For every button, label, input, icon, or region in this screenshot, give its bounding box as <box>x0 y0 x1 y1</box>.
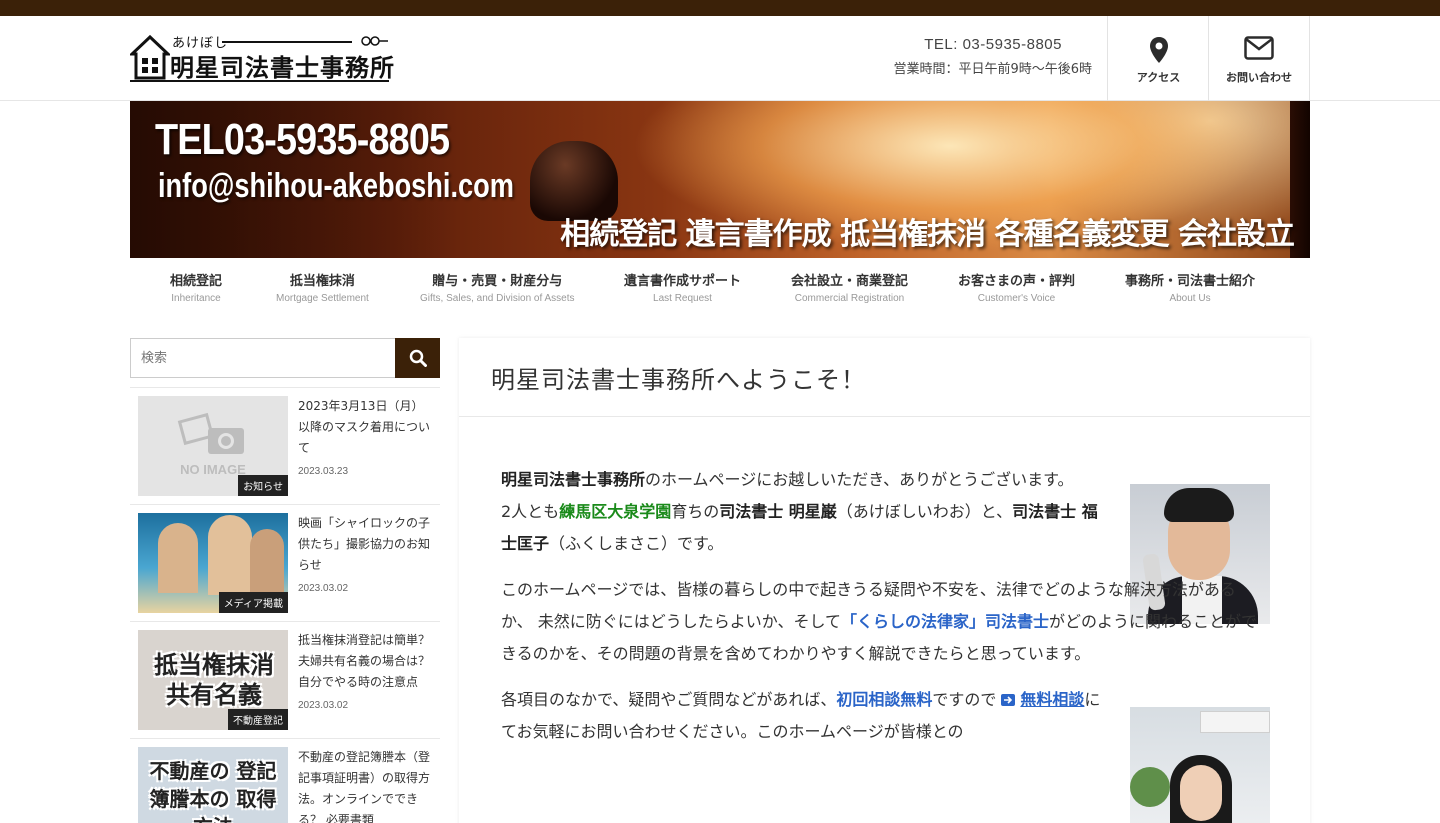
key-ornament-icon <box>361 36 388 46</box>
logo-underline <box>130 80 389 82</box>
thumb-caption: 不動産の 登記簿謄本の 取得方法 <box>149 759 277 823</box>
search-input[interactable] <box>131 339 395 377</box>
intro-paragraph-1: 明星司法書士事務所のホームページにお越しいただき、ありがとうございます。 2人とも… <box>501 464 1111 560</box>
intro-paragraph-2: このホームページでは、皆様の暮らしの中で起きうる疑問や不安を、法律でどのような解… <box>501 574 1261 670</box>
nav-item-gifts[interactable]: 贈与・売買・財産分与 Gifts, Sales, and Division of… <box>420 270 575 304</box>
logo-rule <box>222 41 352 43</box>
banner-services: 相続登記 遺言書作成 抵当権抹消 各種名義変更 会社設立 <box>560 217 1295 252</box>
site-header: あけぼし 明星司法書士事務所 TEL: 03-5935-8805 営業時間：平日… <box>0 16 1440 101</box>
movie-poster-image <box>250 529 284 595</box>
free-consult-link[interactable]: 無料相談 <box>1020 690 1084 709</box>
access-label: アクセス <box>1136 71 1181 84</box>
post-title: 映画「シャイロックの子供たち」撮影協力のお知らせ 2023.03.02 <box>298 513 434 599</box>
nav-sublabel: Inheritance <box>171 293 221 304</box>
nav-label: 贈与・売買・財産分与 <box>432 274 563 289</box>
text-span: （ふくしまさこ）です。 <box>549 534 724 553</box>
text-span: のホームページにお越しいただき、ありがとうございます。 <box>645 470 1074 489</box>
nav-item-will[interactable]: 遺言書作成サポート Last Request <box>624 270 741 304</box>
text-span: 各項目のなかで、疑問やご質問などがあれば、 <box>501 690 837 709</box>
house-logo-icon <box>130 34 170 80</box>
access-button[interactable]: アクセス <box>1107 16 1209 101</box>
hero-banner: TEL03-5935-8805 info@shihou-akeboshi.com… <box>130 101 1310 258</box>
place-highlight: 練馬区大泉学園 <box>559 502 672 521</box>
post-title-text: 映画「シャイロックの子供たち」撮影協力のお知らせ <box>298 516 431 572</box>
photo-plant <box>1130 767 1170 807</box>
search-icon <box>409 349 427 367</box>
nav-label: 抵当権抹消 <box>289 274 355 289</box>
post-thumbnail: NO IMAGE お知らせ <box>138 396 288 496</box>
post-thumbnail: 不動産の 登記簿謄本の 取得方法 <box>138 747 288 823</box>
nav-sublabel: Commercial Registration <box>794 293 905 304</box>
post-date: 2023.03.23 <box>298 466 349 477</box>
thumb-caption: 抵当権抹消 共有名義 <box>154 651 274 709</box>
post-title: 抵当権抹消登記は簡単？ 夫婦共有名義の場合は？ 自分でやる時の注意点 2023.… <box>298 630 434 716</box>
text-span: ですので <box>932 690 997 709</box>
nav-label: お客さまの声・評判 <box>958 274 1076 289</box>
sidebar: NO IMAGE お知らせ 2023年3月13日（月）以降のマスク着用について … <box>130 338 440 823</box>
post-title-text: 2023年3月13日（月）以降のマスク着用について <box>298 399 431 455</box>
link-arrow-icon <box>1001 694 1016 706</box>
list-item[interactable]: NO IMAGE お知らせ 2023年3月13日（月）以降のマスク着用について … <box>130 387 440 504</box>
post-title: 不動産の登記簿謄本（登記事項証明書）の取得方法。オンラインでできる？ 必要書類 <box>298 747 434 823</box>
global-nav: 相続登記 Inheritance 抵当権抹消 Mortgage Settleme… <box>130 258 1310 308</box>
page-header: 明星司法書士事務所へようこそ！ <box>459 338 1310 417</box>
movie-poster-image <box>208 515 252 595</box>
nav-item-mortgage[interactable]: 抵当権抹消 Mortgage Settlement <box>276 270 369 304</box>
category-badge: お知らせ <box>238 475 288 496</box>
post-thumbnail: メディア掲載 <box>138 513 288 613</box>
header-tel: TEL: 03-5935-8805 <box>924 36 1062 53</box>
banner-tel: TEL03-5935-8805 <box>155 115 450 164</box>
intro-paragraph-3: 各項目のなかで、疑問やご質問などがあれば、初回相談無料ですので 無料相談にてお気軽… <box>501 684 1111 748</box>
logo-name: 明星司法書士事務所 <box>170 53 395 82</box>
site-logo[interactable]: あけぼし 明星司法書士事務所 <box>130 34 395 84</box>
header-hours: 営業時間：平日午前9時～午後6時 <box>893 62 1092 77</box>
post-title-text: 不動産の登記簿謄本（登記事項証明書）の取得方法。オンラインでできる？ 必要書類 <box>298 750 431 823</box>
kurashi-lawyer-link[interactable]: 「くらしの法律家」司法書士 <box>841 612 1049 631</box>
page-title: 明星司法書士事務所へようこそ！ <box>491 366 866 394</box>
post-thumbnail: 抵当権抹消 共有名義 不動産登記 <box>138 630 288 730</box>
lawyer-name-1: 司法書士 明星巌 <box>719 502 837 521</box>
map-pin-icon <box>1149 37 1168 63</box>
nav-label: 会社設立・商業登記 <box>791 274 909 289</box>
inquiry-button[interactable]: お問い合わせ <box>1208 16 1310 101</box>
nav-sublabel: Customer's Voice <box>977 293 1056 304</box>
photo-face <box>1180 765 1222 821</box>
text-span: （あけぼしいわお）と、 <box>836 502 1013 521</box>
list-item[interactable]: 不動産の 登記簿謄本の 取得方法 不動産の登記簿謄本（登記事項証明書）の取得方法… <box>130 738 440 823</box>
inquiry-label: お問い合わせ <box>1226 71 1292 84</box>
top-accent-bar <box>0 0 1440 16</box>
text-span: 2人とも <box>501 502 560 521</box>
nav-sublabel: Last Request <box>653 293 712 304</box>
category-badge: メディア掲載 <box>218 592 288 613</box>
post-date: 2023.03.02 <box>298 700 349 711</box>
intro-text: 明星司法書士事務所のホームページにお越しいただき、ありがとうございます。 2人とも… <box>501 464 1271 762</box>
header-contact: TEL: 03-5935-8805 営業時間：平日午前9時～午後6時 <box>860 36 1092 77</box>
post-date: 2023.03.02 <box>298 583 349 594</box>
movie-poster-image <box>158 523 198 593</box>
post-title-text: 抵当権抹消登記は簡単？ 夫婦共有名義の場合は？ 自分でやる時の注意点 <box>298 633 431 689</box>
nav-label: 事務所・司法書士紹介 <box>1125 274 1256 289</box>
search-button[interactable] <box>395 338 440 378</box>
post-title: 2023年3月13日（月）以降のマスク着用について 2023.03.23 <box>298 396 434 482</box>
nav-item-voice[interactable]: お客さまの声・評判 Customer's Voice <box>958 270 1075 304</box>
category-badge: 不動産登記 <box>228 709 288 730</box>
main-content: 明星司法書士事務所へようこそ！ 明星司法書士事務所のホームページにお越しいただき… <box>459 338 1310 823</box>
nav-label: 遺言書作成サポート <box>624 274 742 289</box>
nav-item-inheritance[interactable]: 相続登記 Inheritance <box>170 270 222 304</box>
nav-label: 相続登記 <box>170 274 223 289</box>
nav-item-about[interactable]: 事務所・司法書士紹介 About Us <box>1125 270 1255 304</box>
nav-sublabel: Gifts, Sales, and Division of Assets <box>420 293 575 304</box>
mail-icon <box>1244 36 1274 60</box>
list-item[interactable]: メディア掲載 映画「シャイロックの子供たち」撮影協力のお知らせ 2023.03.… <box>130 504 440 621</box>
text-span: 育ちの <box>671 502 720 521</box>
list-item[interactable]: 抵当権抹消 共有名義 不動産登記 抵当権抹消登記は簡単？ 夫婦共有名義の場合は？… <box>130 621 440 738</box>
search-form <box>130 338 440 378</box>
nav-item-company[interactable]: 会社設立・商業登記 Commercial Registration <box>791 270 908 304</box>
banner-email: info@shihou-akeboshi.com <box>158 167 514 205</box>
free-consult-highlight: 初回相談無料 <box>836 690 933 709</box>
office-name-bold: 明星司法書士事務所 <box>501 470 646 489</box>
nav-sublabel: About Us <box>1169 293 1211 304</box>
nav-sublabel: Mortgage Settlement <box>276 293 369 304</box>
